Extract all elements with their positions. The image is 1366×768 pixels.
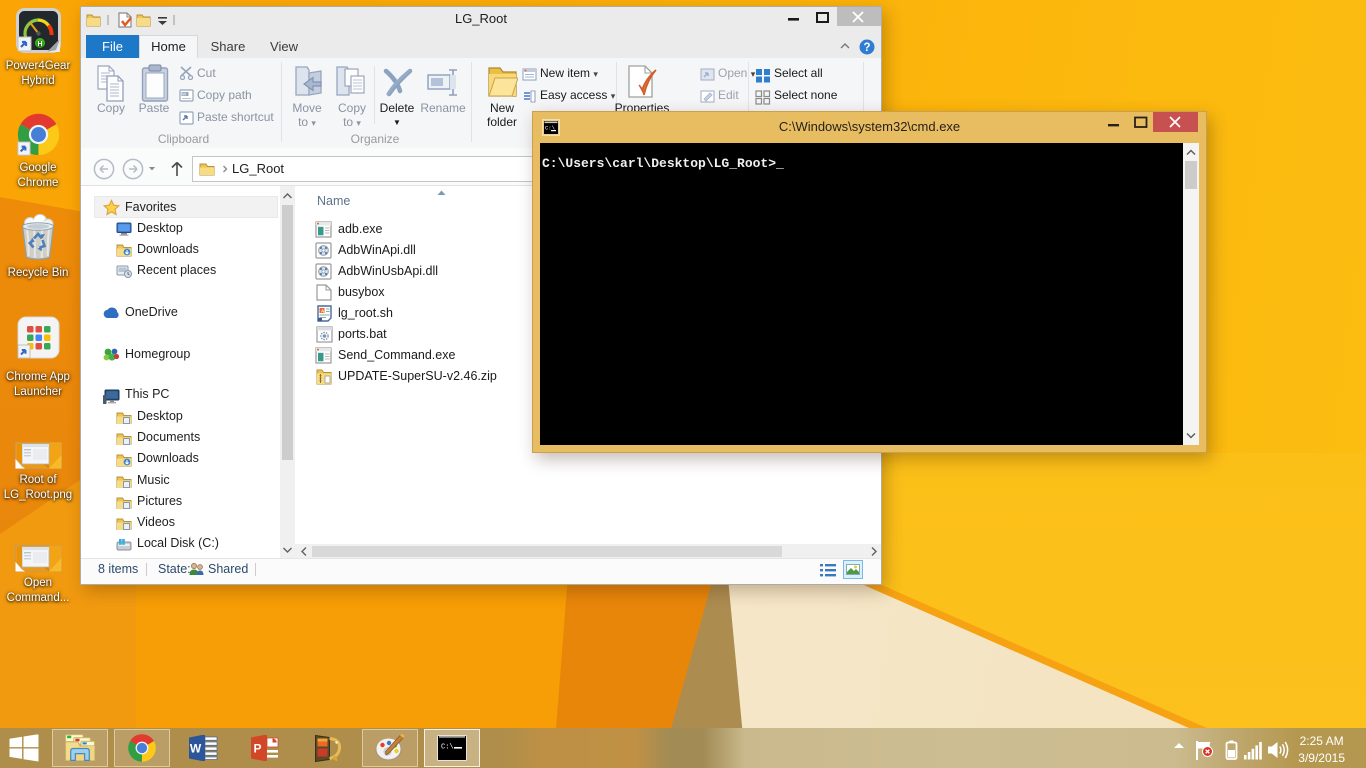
svg-text:?: ? (863, 42, 870, 54)
svg-text:W: W (190, 742, 202, 756)
svg-text:H: H (37, 41, 42, 48)
svg-text:C:\: C:\ (441, 744, 454, 752)
svg-text:P: P (253, 742, 261, 756)
